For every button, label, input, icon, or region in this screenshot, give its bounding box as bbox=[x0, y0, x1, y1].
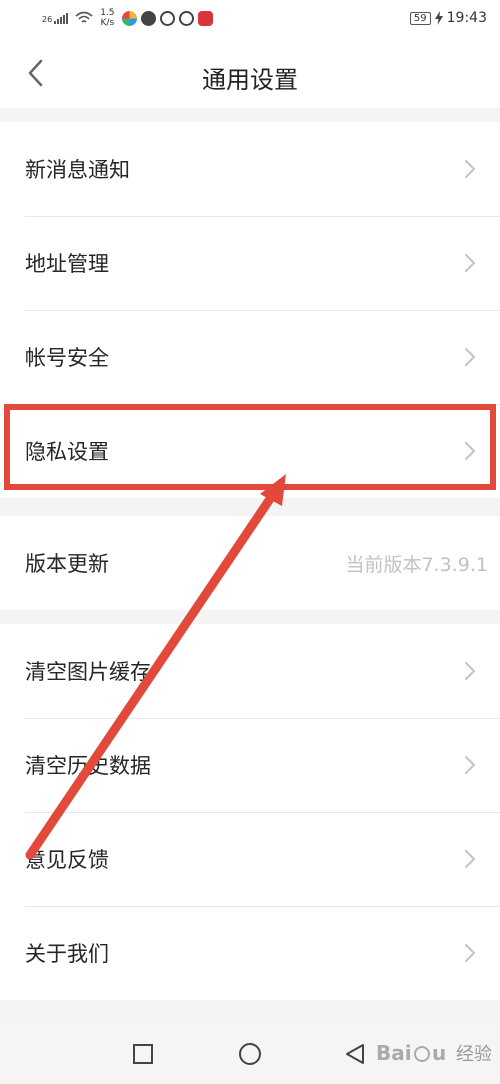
settings-row-version-update[interactable]: 版本更新 当前版本7.3.9.1 bbox=[0, 516, 500, 610]
chevron-right-icon bbox=[464, 755, 476, 775]
row-label: 清空图片缓存 bbox=[25, 660, 151, 684]
app-notification-icon bbox=[197, 10, 213, 26]
chevron-right-icon bbox=[464, 849, 476, 869]
baidu-logo-icon: Bai u bbox=[376, 1041, 446, 1065]
svg-text:u: u bbox=[432, 1041, 446, 1065]
app-header: 通用设置 bbox=[0, 38, 500, 108]
chevron-right-icon bbox=[464, 253, 476, 273]
row-label: 清空历史数据 bbox=[25, 754, 151, 778]
network-speed: 1.5 K/s bbox=[100, 8, 114, 28]
wifi-icon bbox=[75, 11, 93, 23]
speed-value: 1.5 bbox=[100, 8, 115, 18]
svg-text:Bai: Bai bbox=[376, 1041, 412, 1065]
network-type: 26 bbox=[42, 15, 53, 24]
battery-icon: 59 bbox=[409, 11, 431, 25]
app-notification-icon bbox=[159, 10, 175, 26]
chevron-right-icon bbox=[464, 943, 476, 963]
circle-icon[interactable] bbox=[238, 1042, 262, 1066]
chevron-right-icon bbox=[464, 347, 476, 367]
version-value: 当前版本7.3.9.1 bbox=[345, 553, 488, 576]
row-label: 意见反馈 bbox=[25, 848, 109, 872]
row-label: 关于我们 bbox=[25, 942, 109, 966]
notification-icons bbox=[121, 10, 213, 26]
chevron-right-icon bbox=[464, 159, 476, 179]
page-title: 通用设置 bbox=[202, 66, 298, 94]
row-label: 版本更新 bbox=[25, 552, 109, 576]
highlight-box bbox=[4, 404, 496, 490]
settings-row-about-us[interactable]: 关于我们 bbox=[0, 906, 500, 1000]
settings-row-feedback[interactable]: 意见反馈 bbox=[0, 812, 500, 906]
clock: 19:43 bbox=[446, 10, 487, 26]
settings-group-misc: 清空图片缓存 清空历史数据 意见反馈 关于我们 bbox=[0, 624, 500, 1000]
settings-row-clear-history[interactable]: 清空历史数据 bbox=[0, 718, 500, 812]
chat-notification-icon bbox=[178, 10, 194, 26]
signal-icon bbox=[54, 12, 69, 24]
settings-row-clear-image-cache[interactable]: 清空图片缓存 bbox=[0, 624, 500, 718]
chevron-right-icon bbox=[464, 661, 476, 681]
settings-row-notifications[interactable]: 新消息通知 bbox=[0, 122, 500, 216]
triangle-back-icon[interactable] bbox=[343, 1042, 367, 1066]
status-left: 26 1.5 K/s bbox=[42, 8, 213, 28]
row-label: 地址管理 bbox=[25, 252, 109, 276]
app-notification-icon bbox=[140, 10, 156, 26]
watermark: Bai u 经验 bbox=[376, 1040, 492, 1066]
app-notification-icon bbox=[121, 10, 137, 26]
settings-row-address[interactable]: 地址管理 bbox=[0, 216, 500, 310]
status-bar: 26 1.5 K/s 59 19:43 bbox=[0, 0, 500, 38]
speed-unit: K/s bbox=[100, 18, 115, 28]
watermark-text: 经验 bbox=[456, 1044, 492, 1065]
row-label: 新消息通知 bbox=[25, 158, 130, 182]
status-right: 59 19:43 bbox=[409, 10, 487, 26]
settings-row-account-security[interactable]: 帐号安全 bbox=[0, 310, 500, 404]
charging-icon bbox=[434, 11, 443, 25]
settings-group-version: 版本更新 当前版本7.3.9.1 bbox=[0, 516, 500, 610]
square-icon[interactable] bbox=[131, 1042, 155, 1066]
cellular-indicator: 26 bbox=[42, 12, 69, 24]
row-label: 帐号安全 bbox=[25, 346, 109, 370]
